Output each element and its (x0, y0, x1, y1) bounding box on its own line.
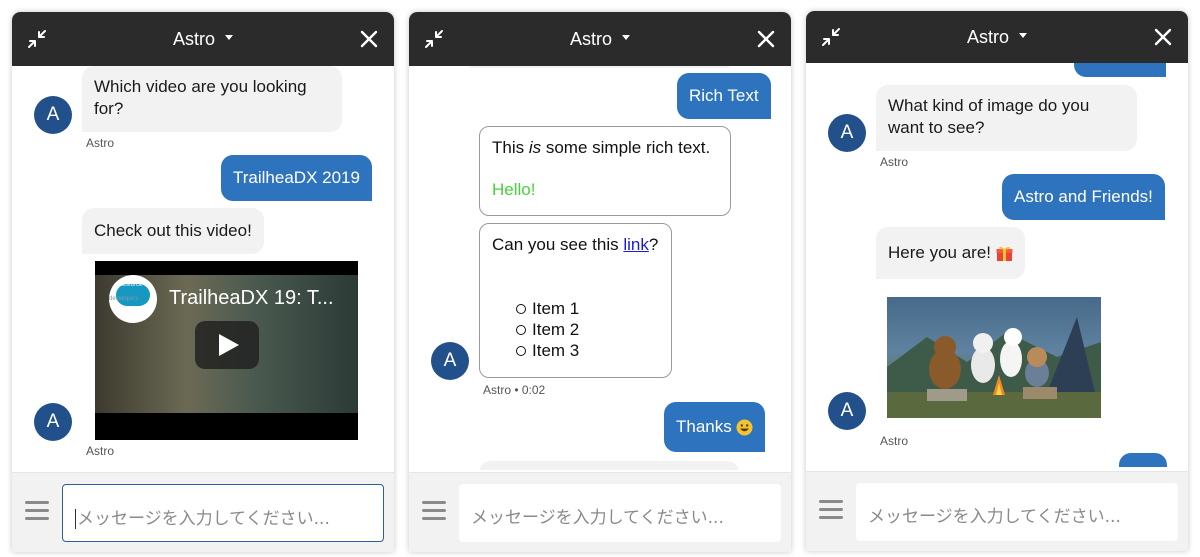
chat-panel-3: Astro What kind of image do you want to … (806, 11, 1188, 551)
chevron-down-icon (622, 34, 630, 40)
message-incoming: What kind of image do you want to see? (876, 85, 1137, 151)
message-outgoing-partial (1074, 63, 1166, 77)
message-input[interactable]: メッセージを入力してください... (459, 484, 781, 542)
list-item: Item 3 (516, 340, 659, 361)
chat-title: Astro (966, 27, 1009, 47)
message-incoming-partial (469, 66, 729, 68)
message-rich-list: Can you see this link? Item 1 Item 2 Ite… (479, 223, 672, 378)
message-text: Here you are! (888, 243, 991, 262)
sender-label: Astro (880, 155, 909, 169)
bullet-list: Item 1 Item 2 Item 3 (516, 298, 659, 361)
menu-icon[interactable] (25, 501, 49, 521)
list-item: Item 1 (516, 298, 659, 319)
chevron-down-icon (1019, 32, 1027, 38)
message-outgoing: Astro and Friends! (1002, 174, 1165, 220)
link-prefix: Can you see this (492, 235, 624, 254)
chat-header: Astro (12, 12, 394, 66)
message-outgoing-partial (1119, 453, 1167, 467)
message-text: Rich Text (689, 86, 759, 105)
rich-text-part: some simple rich text. (541, 138, 711, 157)
list-item: Item 2 (516, 319, 659, 340)
message-text: TrailheaDX 2019 (233, 168, 360, 187)
message-text: Thanks (676, 417, 732, 436)
message-list[interactable]: Which video are you looking for? A Astro… (12, 66, 394, 470)
sender-label: Astro (86, 444, 115, 458)
chat-title: Astro (172, 29, 215, 49)
message-incoming: Which video are you looking for? (82, 66, 342, 132)
sender-label: Astro (86, 136, 115, 150)
avatar: A (828, 392, 866, 430)
message-incoming: Here you are! (876, 227, 1025, 279)
close-icon[interactable] (360, 30, 378, 48)
chat-title-dropdown[interactable]: Astro (12, 29, 394, 50)
chevron-down-icon (225, 34, 233, 40)
chat-title-dropdown[interactable]: Astro (806, 27, 1188, 48)
inline-link[interactable]: link (623, 235, 649, 254)
campfire-illustration (887, 317, 1101, 418)
avatar: A (828, 114, 866, 152)
message-rich-text: This is some simple rich text. Hello! (479, 126, 731, 216)
message-text: Astro and Friends! (1014, 187, 1153, 206)
rich-text-emphasis: is (528, 138, 542, 157)
menu-icon[interactable] (422, 501, 446, 521)
rich-text-part: This (492, 138, 529, 157)
gift-emoji-icon (996, 246, 1013, 262)
message-text: What kind of image do you want to see? (888, 96, 1090, 137)
hello-text: Hello! (492, 180, 536, 199)
chat-footer: メッセージを入力してください... (806, 471, 1188, 551)
link-line: Can you see this link? (492, 234, 659, 256)
message-outgoing: Thanks (664, 402, 766, 452)
message-list[interactable]: Rich Text This is some simple rich text.… (409, 66, 791, 470)
video-player[interactable]: salesforce developers TrailheaDX 19: T..… (95, 261, 358, 440)
message-incoming: Check out this video! (82, 208, 264, 254)
chat-header: Astro (409, 12, 791, 66)
chat-title: Astro (569, 29, 612, 49)
message-input[interactable]: メッセージを入力してください... (62, 484, 384, 542)
smile-emoji-icon (736, 419, 753, 436)
chat-panel-1: Astro Which video are you looking for? A… (12, 12, 394, 552)
message-meta: Astro • 0:02 (483, 383, 546, 397)
message-incoming-partial (479, 461, 739, 470)
message-outgoing: Rich Text (677, 73, 771, 119)
chat-title-dropdown[interactable]: Astro (409, 29, 791, 50)
close-icon[interactable] (757, 30, 775, 48)
message-text: Which video are you looking for? (94, 77, 307, 118)
image-message[interactable] (887, 297, 1101, 418)
logo-text: salesforce (115, 282, 143, 288)
play-icon[interactable] (195, 321, 259, 369)
message-outgoing: TrailheaDX 2019 (221, 155, 372, 201)
message-input[interactable]: メッセージを入力してください... (856, 483, 1178, 541)
avatar: A (431, 342, 469, 380)
logo-subtext: developers (109, 296, 139, 302)
sender-label: Astro (880, 434, 909, 448)
close-icon[interactable] (1154, 28, 1172, 46)
chat-header: Astro (806, 11, 1188, 63)
rich-text-line: This is some simple rich text. (492, 137, 718, 159)
message-text: Check out this video! (94, 221, 252, 240)
avatar: A (34, 96, 72, 134)
message-list[interactable]: What kind of image do you want to see? A… (806, 63, 1188, 467)
avatar: A (34, 403, 72, 441)
chat-footer: メッセージを入力してください... (12, 472, 394, 552)
chat-panel-2: Astro Rich Text This is some simple rich… (409, 12, 791, 552)
chat-footer: メッセージを入力してください... (409, 472, 791, 552)
video-title: TrailheaDX 19: T... (169, 287, 334, 309)
link-suffix: ? (648, 235, 659, 254)
menu-icon[interactable] (819, 500, 843, 520)
